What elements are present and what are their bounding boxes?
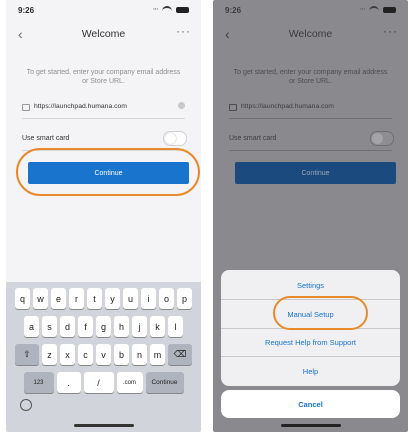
key-a[interactable]: a: [24, 316, 39, 337]
wifi-icon: [162, 6, 172, 14]
wifi-icon: [369, 6, 379, 14]
nav-bar: ‹ Welcome ···: [6, 24, 201, 43]
key-t[interactable]: t: [87, 288, 102, 309]
key-z[interactable]: z: [42, 344, 57, 365]
key-n[interactable]: n: [132, 344, 147, 365]
status-bar: 9:26 ∙∙∙: [18, 6, 189, 18]
keyboard-row-1: qwertyuiop: [6, 288, 201, 309]
smart-card-toggle[interactable]: [163, 131, 187, 146]
key-g[interactable]: g: [96, 316, 111, 337]
key-v[interactable]: v: [96, 344, 111, 365]
status-time: 9:26: [18, 6, 35, 15]
globe-icon[interactable]: [20, 399, 32, 411]
smart-card-toggle[interactable]: [370, 131, 394, 146]
request-help-option[interactable]: Request Help from Support: [221, 329, 400, 357]
nav-bar: ‹ Welcome ···: [213, 24, 408, 43]
divider: [22, 118, 185, 119]
dot-key[interactable]: .: [56, 372, 81, 393]
home-indicator: [281, 424, 341, 427]
key-c[interactable]: c: [78, 344, 93, 365]
key-o[interactable]: o: [159, 288, 174, 309]
continue-highlight-circle: [16, 148, 200, 196]
status-time: 9:26: [225, 6, 242, 15]
key-e[interactable]: e: [51, 288, 66, 309]
url-input[interactable]: https://launchpad.humana.com: [22, 99, 185, 113]
divider: [229, 150, 392, 151]
right-phone-screen: 9:26 ∙∙∙ ‹ Welcome ··· To get started, e…: [213, 0, 408, 432]
keyboard-continue-key[interactable]: Continue: [145, 372, 184, 393]
signal-icon: ∙∙∙: [359, 7, 365, 13]
instructions-text: To get started, enter your company email…: [233, 69, 388, 85]
more-icon[interactable]: ···: [176, 24, 191, 38]
key-p[interactable]: p: [177, 288, 192, 309]
key-u[interactable]: u: [123, 288, 138, 309]
signal-icon: ∙∙∙: [152, 7, 158, 13]
lock-icon: [229, 103, 237, 111]
instructions-text: To get started, enter your company email…: [26, 69, 181, 85]
key-d[interactable]: d: [60, 316, 75, 337]
smart-card-label: Use smart card: [229, 135, 277, 142]
slash-key[interactable]: /: [83, 372, 114, 393]
key-w[interactable]: w: [33, 288, 48, 309]
key-h[interactable]: h: [114, 316, 129, 337]
continue-button[interactable]: Continue: [235, 162, 396, 184]
page-title: Welcome: [288, 28, 333, 40]
keyboard-row-4: 123 . / .com Continue: [6, 372, 201, 393]
lock-icon: [22, 103, 30, 111]
url-input[interactable]: https://launchpad.humana.com: [229, 99, 392, 113]
key-x[interactable]: x: [60, 344, 75, 365]
key-f[interactable]: f: [78, 316, 93, 337]
more-icon[interactable]: ···: [383, 24, 398, 38]
key-b[interactable]: b: [114, 344, 129, 365]
dotcom-key[interactable]: .com: [116, 372, 143, 393]
keyboard: qwertyuiop asdfghjkl ⇧ zxcvbnm ⌫ 123 . /…: [6, 282, 201, 432]
keyboard-row-2: asdfghjkl: [6, 316, 201, 337]
numbers-key[interactable]: 123: [23, 372, 54, 393]
key-i[interactable]: i: [141, 288, 156, 309]
smart-card-label: Use smart card: [22, 135, 70, 142]
key-y[interactable]: y: [105, 288, 120, 309]
manual-setup-highlight-circle: [273, 296, 368, 330]
help-option[interactable]: Help: [221, 357, 400, 385]
keyboard-row-3: ⇧ zxcvbnm ⌫: [6, 344, 201, 365]
divider: [229, 118, 392, 119]
key-q[interactable]: q: [15, 288, 30, 309]
key-j[interactable]: j: [132, 316, 147, 337]
cancel-button[interactable]: Cancel: [221, 390, 400, 418]
key-m[interactable]: m: [150, 344, 165, 365]
url-input-value: https://launchpad.humana.com: [34, 102, 127, 110]
shift-key[interactable]: ⇧: [15, 344, 39, 365]
left-phone-screen: 9:26 ∙∙∙ ‹ Welcome ··· To get started, e…: [6, 0, 201, 432]
key-l[interactable]: l: [168, 316, 183, 337]
status-bar: 9:26 ∙∙∙: [225, 6, 396, 18]
key-s[interactable]: s: [42, 316, 57, 337]
page-title: Welcome: [81, 28, 126, 40]
key-r[interactable]: r: [69, 288, 84, 309]
home-indicator: [74, 424, 134, 427]
battery-icon: [383, 7, 396, 13]
url-input-value: https://launchpad.humana.com: [241, 102, 334, 110]
battery-icon: [176, 7, 189, 13]
clear-icon[interactable]: [178, 102, 185, 109]
backspace-key[interactable]: ⌫: [168, 344, 192, 365]
key-k[interactable]: k: [150, 316, 165, 337]
